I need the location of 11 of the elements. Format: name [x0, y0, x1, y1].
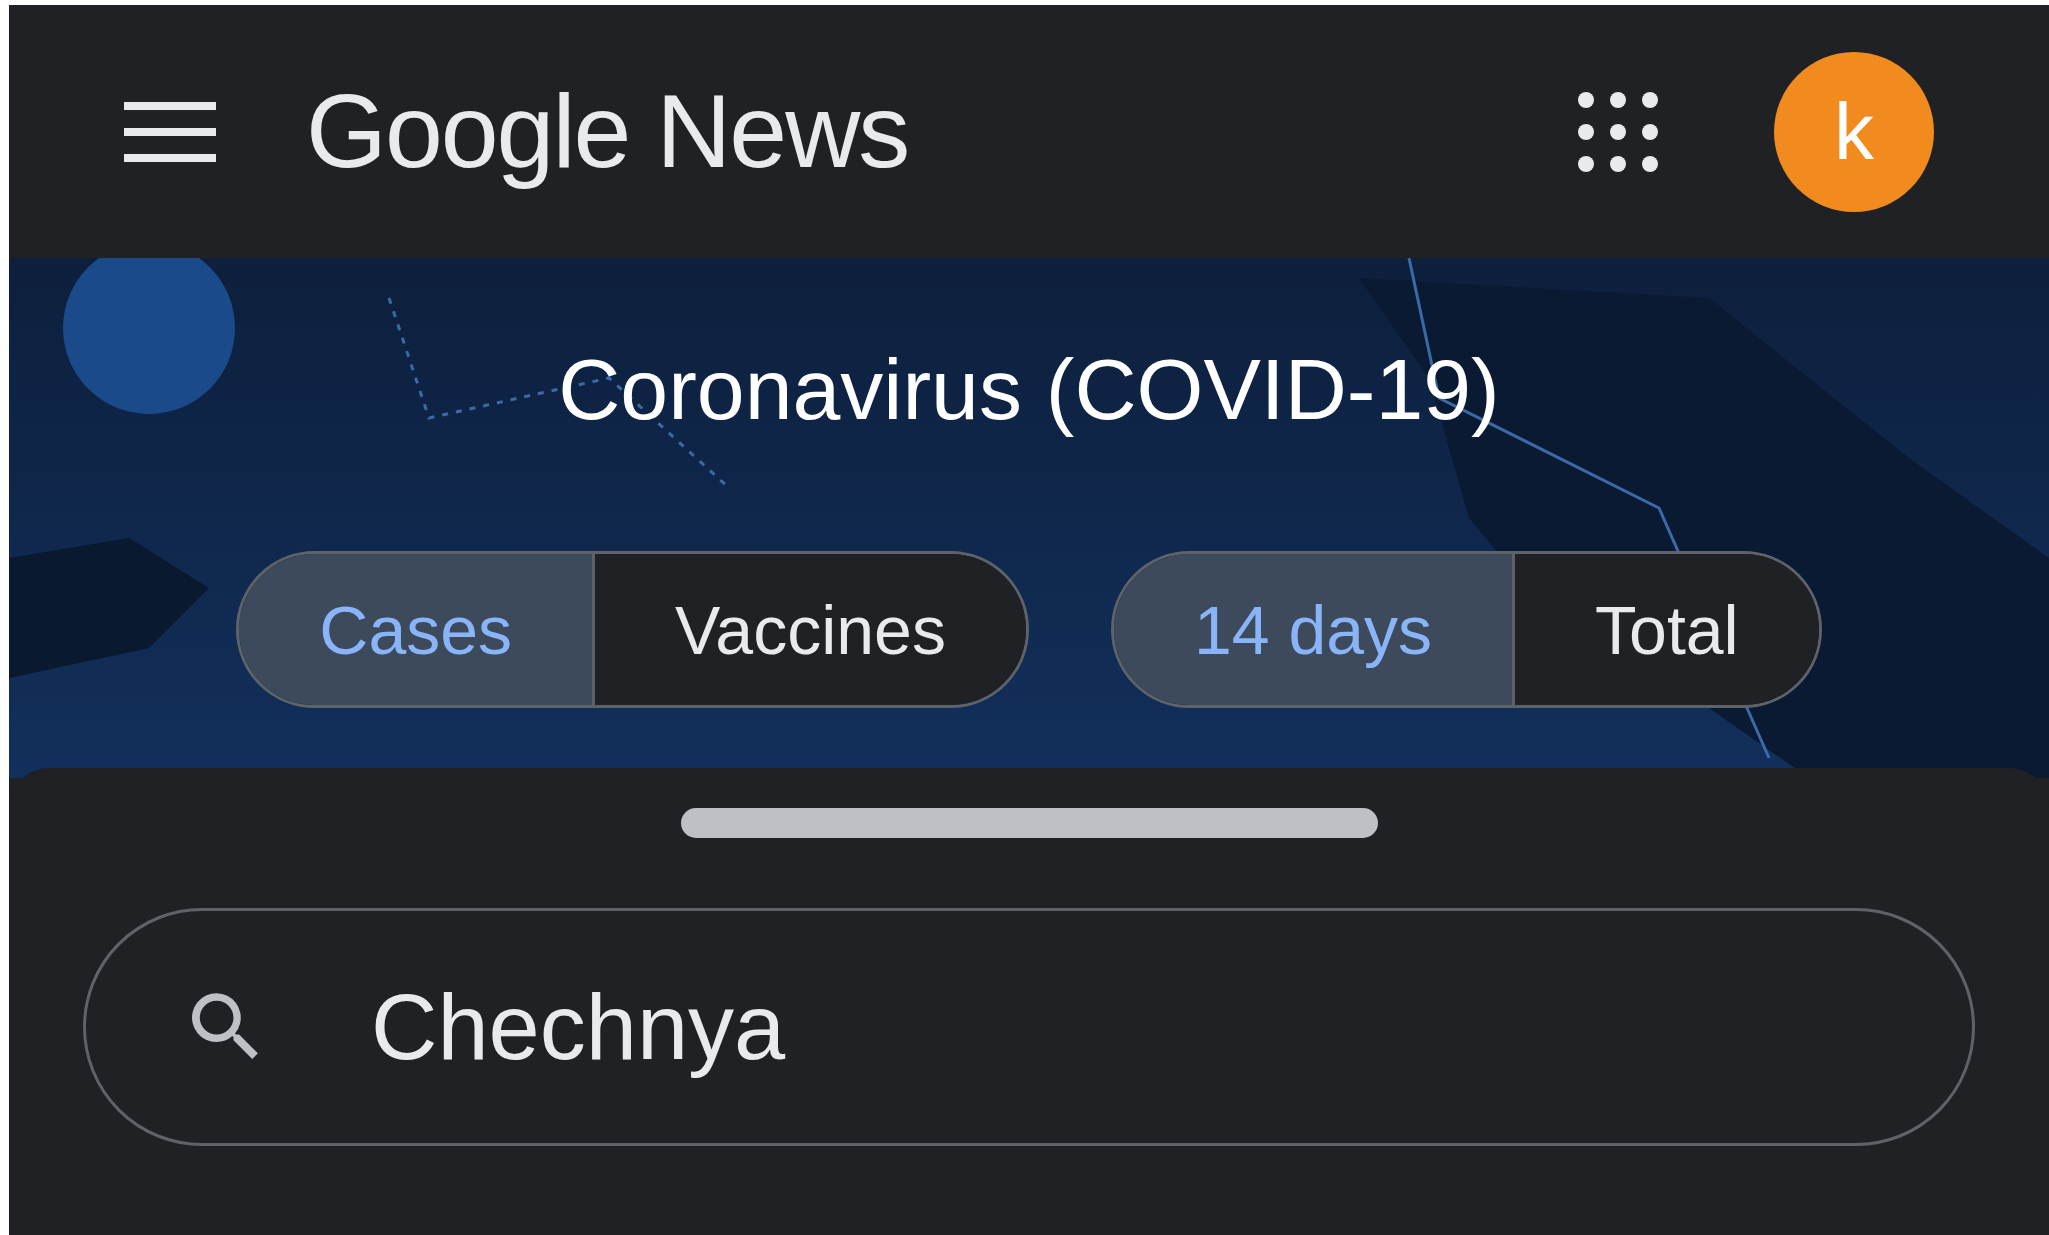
apps-grid-icon[interactable]	[1577, 90, 1659, 173]
toggle-option[interactable]: 14 days	[1113, 554, 1513, 706]
banner-title: Coronavirus (COVID-19)	[558, 340, 1500, 439]
menu-icon[interactable]	[124, 101, 216, 162]
app-title: Google News	[306, 72, 909, 192]
search-field[interactable]: Chechnya	[83, 908, 1975, 1146]
toggle-option[interactable]: Cases	[239, 554, 593, 706]
search-text: Chechnya	[371, 974, 786, 1080]
toggle-option[interactable]: Vaccines	[592, 554, 1026, 706]
toggle-option[interactable]: Total	[1512, 554, 1819, 706]
drag-handle[interactable]	[680, 808, 1378, 838]
